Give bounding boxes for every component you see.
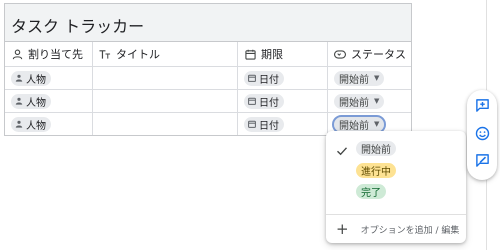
plus-icon: +	[336, 219, 349, 238]
column-header-title[interactable]: タイトル	[93, 42, 238, 66]
menu-divider	[326, 214, 466, 215]
add-emoji-reaction-button[interactable]	[473, 126, 491, 144]
column-header-assignee[interactable]: 割り当て先	[5, 42, 93, 66]
title-cell[interactable]	[93, 113, 238, 135]
chevron-down-icon: ▼	[374, 120, 380, 128]
person-chip-label: 人物	[26, 97, 46, 109]
table-row: 人物 日付 開始前 ▼	[5, 67, 411, 90]
status-option-pill: 開始前	[356, 140, 396, 156]
document-canvas: タスク トラッカー 割り当て先 タイトル 期限 ステータス 人物 日付 開始前 …	[0, 0, 500, 250]
column-header-label: 割り当て先	[28, 48, 83, 61]
assignee-cell[interactable]: 人物	[5, 90, 93, 112]
status-dropdown-chip[interactable]: 開始前 ▼	[334, 70, 385, 86]
table-grid: 割り当て先 タイトル 期限 ステータス 人物 日付 開始前 ▼ 人物 日付 開始…	[5, 42, 411, 136]
calendar-icon	[247, 120, 256, 129]
date-chip-label: 日付	[259, 97, 279, 109]
status-dropdown-chip[interactable]: 開始前 ▼	[334, 93, 385, 109]
suggest-edits-button[interactable]	[473, 153, 491, 171]
dropdown-chip-icon	[334, 48, 346, 60]
chevron-down-icon: ▼	[374, 74, 380, 82]
status-option-done[interactable]: 完了	[326, 181, 466, 201]
person-chip[interactable]: 人物	[11, 116, 51, 132]
table-title[interactable]: タスク トラッカー	[11, 13, 144, 37]
person-icon	[14, 74, 23, 83]
task-tracker-table: タスク トラッカー 割り当て先 タイトル 期限 ステータス 人物 日付 開始前 …	[4, 3, 412, 136]
table-row: 人物 日付 開始前 ▼	[5, 90, 411, 113]
column-header-label: 期限	[261, 48, 283, 61]
due-cell[interactable]: 日付	[238, 90, 328, 112]
checkmark-icon	[336, 142, 348, 156]
emoji-icon	[475, 126, 490, 145]
page-edge-divider	[486, 180, 487, 250]
status-dropdown-chip[interactable]: 開始前 ▼	[331, 114, 387, 134]
assignee-cell[interactable]: 人物	[5, 113, 93, 135]
status-option-in-progress[interactable]: 進行中	[326, 160, 466, 180]
table-title-bar: タスク トラッカー	[5, 4, 411, 42]
title-cell[interactable]	[93, 90, 238, 112]
date-chip[interactable]: 日付	[244, 93, 284, 109]
status-option-not-started[interactable]: 開始前	[326, 138, 466, 158]
chevron-down-icon: ▼	[374, 97, 380, 105]
add-comment-button[interactable]	[473, 98, 491, 116]
column-header-label: タイトル	[116, 48, 160, 61]
status-cell[interactable]: 開始前 ▼	[328, 67, 413, 89]
person-chip-label: 人物	[26, 120, 46, 132]
person-chip-label: 人物	[26, 74, 46, 86]
person-icon	[11, 48, 23, 60]
date-chip-label: 日付	[259, 120, 279, 132]
add-comment-icon	[475, 98, 490, 117]
calendar-icon	[247, 74, 256, 83]
status-chip-label: 開始前	[339, 97, 369, 109]
status-options-menu: 開始前 進行中 完了 + オプションを追加 / 編集	[326, 131, 466, 243]
column-header-due[interactable]: 期限	[238, 42, 328, 66]
status-cell[interactable]: 開始前 ▼	[328, 90, 413, 112]
add-edit-options-label: オプションを追加 / 編集	[360, 225, 460, 236]
header-row: 割り当て先 タイトル 期限 ステータス	[5, 42, 411, 67]
column-header-status[interactable]: ステータス	[328, 42, 413, 66]
person-icon	[14, 97, 23, 106]
person-icon	[14, 120, 23, 129]
date-chip-label: 日付	[259, 74, 279, 86]
suggest-edit-icon	[475, 153, 490, 172]
page-edge-divider	[486, 0, 487, 90]
column-header-label: ステータス	[351, 48, 406, 61]
title-cell[interactable]	[93, 67, 238, 89]
status-option-pill: 完了	[356, 183, 386, 199]
status-chip-label: 開始前	[339, 74, 369, 86]
calendar-icon	[244, 48, 256, 60]
person-chip[interactable]: 人物	[11, 70, 51, 86]
due-cell[interactable]: 日付	[238, 113, 328, 135]
assignee-cell[interactable]: 人物	[5, 67, 93, 89]
status-option-pill: 進行中	[356, 162, 396, 178]
person-chip[interactable]: 人物	[11, 93, 51, 109]
date-chip[interactable]: 日付	[244, 116, 284, 132]
status-chip-label: 開始前	[339, 120, 369, 132]
date-chip[interactable]: 日付	[244, 70, 284, 86]
add-edit-options-button[interactable]: + オプションを追加 / 編集	[336, 220, 459, 238]
due-cell[interactable]: 日付	[238, 67, 328, 89]
floating-side-toolbar	[467, 90, 497, 180]
calendar-icon	[247, 97, 256, 106]
text-type-icon	[99, 48, 111, 60]
